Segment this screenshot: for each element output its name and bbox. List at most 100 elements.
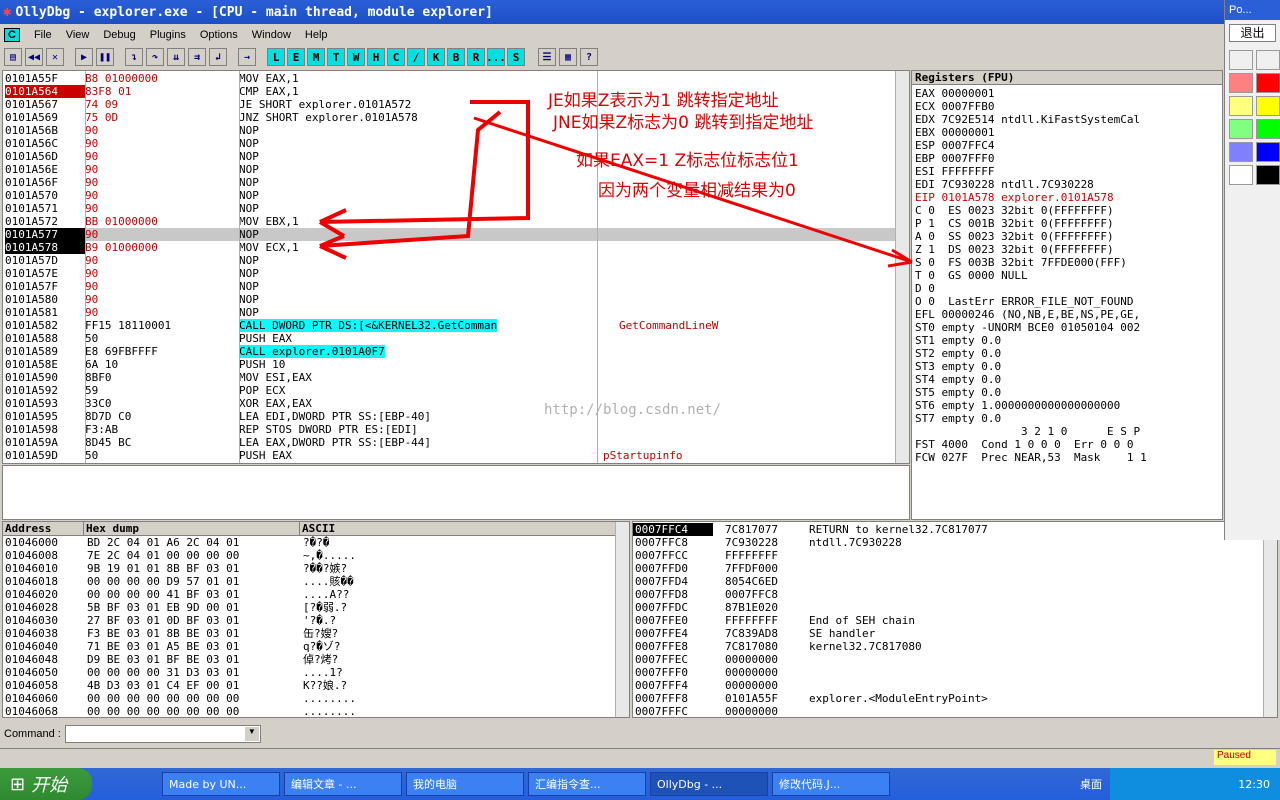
register-line[interactable]: EBP 0007FFF0 bbox=[915, 152, 1222, 165]
goto-icon[interactable]: → bbox=[238, 48, 256, 66]
disasm-row[interactable]: 0101A580 90 NOP bbox=[5, 293, 895, 306]
register-line[interactable]: ST1 empty 0.0 bbox=[915, 334, 1222, 347]
menu-file[interactable]: File bbox=[34, 29, 52, 41]
dump-row[interactable]: 01046038 F3 BE 03 01 8B BE 03 01 缶?嫂? bbox=[3, 627, 629, 640]
menu-debug[interactable]: Debug bbox=[103, 29, 135, 41]
toolbar-window-button[interactable]: R bbox=[467, 48, 485, 66]
color-swatch[interactable] bbox=[1256, 96, 1280, 116]
disasm-row[interactable]: 0101A57E 90 NOP bbox=[5, 267, 895, 280]
start-button[interactable]: ⊞ 开始 bbox=[0, 768, 92, 800]
menu-plugins[interactable]: Plugins bbox=[150, 29, 186, 41]
tool-new-icon[interactable] bbox=[1229, 372, 1253, 392]
tool-rect-icon[interactable] bbox=[1229, 234, 1253, 254]
tool-text-icon[interactable] bbox=[1256, 257, 1280, 277]
color-swatch[interactable] bbox=[1256, 142, 1280, 162]
stack-row[interactable]: 0007FFFC 00000000 bbox=[633, 705, 1277, 717]
register-line[interactable]: S 0 FS 003B 32bit 7FFDE000(FFF) bbox=[915, 256, 1222, 269]
register-line[interactable]: EDI 7C930228 ntdll.7C930228 bbox=[915, 178, 1222, 191]
dump-row[interactable]: 01046030 27 BF 03 01 0D BF 03 01 '?�.? bbox=[3, 614, 629, 627]
register-line[interactable]: A 0 SS 0023 32bit 0(FFFFFFFF) bbox=[915, 230, 1222, 243]
disasm-row[interactable]: 0101A588 50 PUSH EAX bbox=[5, 332, 895, 345]
chevron-down-icon[interactable]: ▼ bbox=[244, 727, 259, 741]
help-icon[interactable]: ? bbox=[580, 48, 598, 66]
tool-pen-icon[interactable] bbox=[1229, 188, 1253, 208]
tool-double-arrow-icon[interactable] bbox=[1229, 257, 1253, 277]
taskbar-button[interactable]: Made by UN... bbox=[162, 772, 280, 796]
taskbar-button[interactable]: OllyDbg - ... bbox=[650, 772, 768, 796]
disasm-row[interactable]: 0101A598 F3:AB REP STOS DWORD PTR ES:[EDI] bbox=[5, 423, 895, 436]
register-line[interactable]: EBX 00000001 bbox=[915, 126, 1222, 139]
dump-row[interactable]: 01046060 00 00 00 00 00 00 00 00........ bbox=[3, 692, 629, 705]
register-line[interactable]: Z 1 DS 0023 32bit 0(FFFFFFFF) bbox=[915, 243, 1222, 256]
cpu-icon[interactable]: C bbox=[4, 28, 20, 42]
register-line[interactable]: FCW 027F Prec NEAR,53 Mask 1 1 bbox=[915, 451, 1222, 464]
taskbar-button[interactable]: 我的电脑 bbox=[406, 772, 524, 796]
disasm-row[interactable]: 0101A589 E8 69FBFFFF CALL explorer.0101A0F… bbox=[5, 345, 895, 358]
color-swatch[interactable] bbox=[1256, 50, 1280, 70]
register-line[interactable]: T 0 GS 0000 NULL bbox=[915, 269, 1222, 282]
color-swatch[interactable] bbox=[1229, 50, 1253, 70]
disasm-row[interactable]: 0101A59D 50 PUSH EAX pStartupinfo bbox=[5, 449, 895, 462]
tool-plus-icon[interactable] bbox=[1229, 326, 1253, 346]
disasm-row[interactable]: 0101A581 90 NOP bbox=[5, 306, 895, 319]
dump-row[interactable]: 01046020 00 00 00 00 41 BF 03 01 ....A?? bbox=[3, 588, 629, 601]
register-line[interactable]: ST5 empty 0.0 bbox=[915, 386, 1222, 399]
disasm-row[interactable]: 0101A590 8BF0 MOV ESI,EAX bbox=[5, 371, 895, 384]
disasm-row[interactable]: 0101A58E 6A 10 PUSH 10 bbox=[5, 358, 895, 371]
disasm-row[interactable]: 0101A578 B9 01000000 MOV ECX,1 bbox=[5, 241, 895, 254]
color-swatch[interactable] bbox=[1229, 165, 1253, 185]
menu-options[interactable]: Options bbox=[200, 29, 238, 41]
toolbar-window-button[interactable]: C bbox=[387, 48, 405, 66]
execute-till-return-icon[interactable]: ↲ bbox=[209, 48, 227, 66]
register-line[interactable]: ST2 empty 0.0 bbox=[915, 347, 1222, 360]
tool-brush-icon[interactable] bbox=[1256, 188, 1280, 208]
dump-pane[interactable]: Address Hex dump ASCII 01046000 BD 2C 04 … bbox=[2, 521, 630, 718]
tool-info-icon[interactable] bbox=[1256, 418, 1280, 438]
color-swatch[interactable] bbox=[1229, 119, 1253, 139]
stack-row[interactable]: 0007FFC4 7C817077 RETURN to kernel32.7C817… bbox=[633, 523, 1277, 536]
toolbar-window-button[interactable]: H bbox=[367, 48, 385, 66]
stack-row[interactable]: 0007FFF4 00000000 bbox=[633, 679, 1277, 692]
register-line[interactable]: ECX 0007FFB0 bbox=[915, 100, 1222, 113]
stack-row[interactable]: 0007FFCC FFFFFFFF bbox=[633, 549, 1277, 562]
disasm-row[interactable]: 0101A592 59 POP ECX bbox=[5, 384, 895, 397]
toolbar-window-button[interactable]: L bbox=[267, 48, 285, 66]
trace-into-icon[interactable]: ⇊ bbox=[167, 48, 185, 66]
open-icon[interactable]: ▤ bbox=[4, 48, 22, 66]
color-swatch[interactable] bbox=[1256, 119, 1280, 139]
tool-minus-icon[interactable] bbox=[1256, 326, 1280, 346]
register-line[interactable]: ST3 empty 0.0 bbox=[915, 360, 1222, 373]
color-swatch[interactable] bbox=[1229, 96, 1253, 116]
toolbar-window-button[interactable]: ... bbox=[486, 48, 506, 66]
dump-row[interactable]: 01046028 5B BF 03 01 EB 9D 00 01 [?�弱.? bbox=[3, 601, 629, 614]
register-line[interactable]: O 0 LastErr ERROR_FILE_NOT_FOUND bbox=[915, 295, 1222, 308]
toolbar-window-button[interactable]: T bbox=[327, 48, 345, 66]
menu-view[interactable]: View bbox=[66, 29, 90, 41]
command-input[interactable]: ▼ bbox=[64, 725, 261, 743]
stack-row[interactable]: 0007FFEC 00000000 bbox=[633, 653, 1277, 666]
stack-row[interactable]: 0007FFE0 FFFFFFFF End of SEH chain bbox=[633, 614, 1277, 627]
grid-icon[interactable]: ▦ bbox=[559, 48, 577, 66]
stack-row[interactable]: 0007FFE4 7C839AD8 SE handler bbox=[633, 627, 1277, 640]
dump-row[interactable]: 01046000 BD 2C 04 01 A6 2C 04 01 ?�?� bbox=[3, 536, 629, 549]
toolbar-window-button[interactable]: B bbox=[447, 48, 465, 66]
close-icon[interactable]: ✕ bbox=[46, 48, 64, 66]
stack-row[interactable]: 0007FFD8 0007FFC8 bbox=[633, 588, 1277, 601]
tool-save-icon[interactable] bbox=[1256, 395, 1280, 415]
tool-copy-icon[interactable] bbox=[1256, 372, 1280, 392]
taskbar-button[interactable]: 汇编指令查... bbox=[528, 772, 646, 796]
stack-pane[interactable]: 0007FFC4 7C817077 RETURN to kernel32.7C817… bbox=[632, 521, 1278, 718]
dump-row[interactable]: 01046068 00 00 00 00 00 00 00 00........ bbox=[3, 705, 629, 717]
trace-over-icon[interactable]: ⇉ bbox=[188, 48, 206, 66]
stack-row[interactable]: 0007FFDC 87B1E020 bbox=[633, 601, 1277, 614]
taskbar-button[interactable]: 修改代码.J... bbox=[772, 772, 890, 796]
register-line[interactable]: ST0 empty -UNORM BCE0 01050104 002 bbox=[915, 321, 1222, 334]
register-line[interactable]: ESI FFFFFFFF bbox=[915, 165, 1222, 178]
register-line[interactable]: ESP 0007FFC4 bbox=[915, 139, 1222, 152]
pause-icon[interactable]: ❚❚ bbox=[96, 48, 114, 66]
stack-scrollbar[interactable] bbox=[1263, 522, 1277, 717]
disasm-row[interactable]: 0101A577 90 NOP bbox=[5, 228, 895, 241]
tool-print-icon[interactable] bbox=[1229, 395, 1253, 415]
disasm-row[interactable]: 0101A571 90 NOP bbox=[5, 202, 895, 215]
disasm-row[interactable]: 0101A57D 90 NOP bbox=[5, 254, 895, 267]
